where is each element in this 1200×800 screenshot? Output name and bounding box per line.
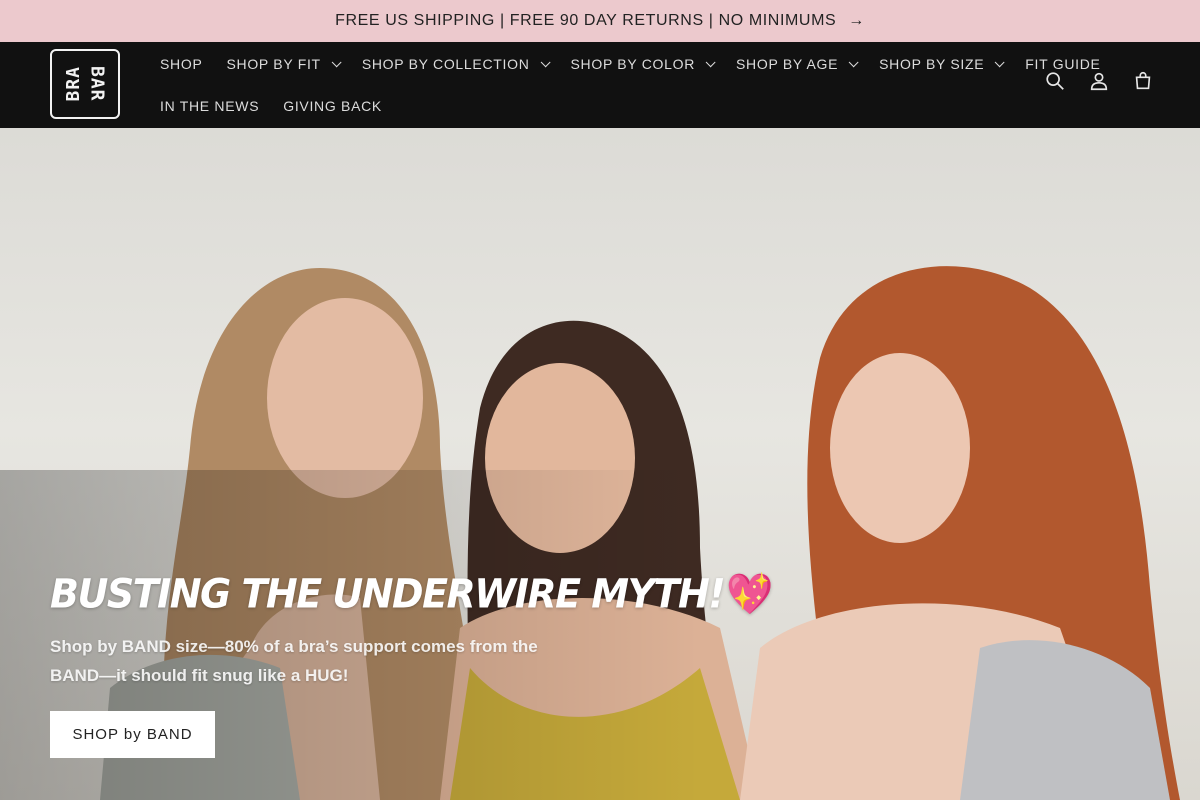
- nav-item-label: SHOP BY SIZE: [879, 56, 985, 72]
- nav-item-shop-by-size[interactable]: SHOP BY SIZE: [867, 53, 1013, 75]
- logo-text-left: BRA: [62, 66, 84, 102]
- hero-title: BUSTING THE UNDERWIRE MYTH!💖: [50, 570, 774, 618]
- account-icon[interactable]: [1088, 70, 1110, 92]
- nav-item-label: SHOP BY FIT: [226, 56, 321, 72]
- main-nav-row-2: IN THE NEWS GIVING BACK: [148, 95, 394, 117]
- chevron-down-icon: [540, 56, 551, 67]
- sparkling-heart-icon: 💖: [726, 570, 773, 618]
- hero-banner: BUSTING THE UNDERWIRE MYTH!💖 Shop by BAN…: [0, 128, 1200, 800]
- nav-item-shop-by-fit[interactable]: SHOP BY FIT: [214, 53, 349, 75]
- nav-item-shop-by-collection[interactable]: SHOP BY COLLECTION: [350, 53, 559, 75]
- announcement-bar[interactable]: FREE US SHIPPING | FREE 90 DAY RETURNS |…: [0, 0, 1200, 42]
- nav-item-giving-back[interactable]: GIVING BACK: [271, 95, 394, 117]
- hero-title-text: BUSTING THE UNDERWIRE MYTH!: [50, 570, 726, 618]
- nav-item-in-the-news[interactable]: IN THE NEWS: [148, 95, 271, 117]
- nav-item-label: GIVING BACK: [283, 98, 382, 114]
- chevron-down-icon: [705, 56, 716, 67]
- cart-icon[interactable]: [1132, 70, 1154, 92]
- nav-item-label: SHOP BY AGE: [736, 56, 839, 72]
- nav-item-shop-by-color[interactable]: SHOP BY COLOR: [559, 53, 725, 75]
- nav-item-shop[interactable]: SHOP: [148, 53, 214, 75]
- announcement-text[interactable]: FREE US SHIPPING | FREE 90 DAY RETURNS |…: [335, 12, 836, 30]
- logo-text-right: BAR: [86, 66, 108, 102]
- chevron-down-icon: [331, 56, 342, 67]
- search-icon[interactable]: [1044, 70, 1066, 92]
- chevron-down-icon: [994, 56, 1005, 67]
- chevron-down-icon: [848, 56, 859, 67]
- nav-item-shop-by-age[interactable]: SHOP BY AGE: [724, 53, 867, 75]
- main-nav-row-1: SHOP SHOP BY FIT SHOP BY COLLECTION SHOP…: [148, 53, 1113, 75]
- hero-subtitle: Shop by BAND size—80% of a bra’s support…: [50, 637, 538, 685]
- header-icons: [1044, 70, 1154, 92]
- shop-by-band-button[interactable]: SHOP by BAND: [50, 711, 215, 758]
- nav-item-label: SHOP BY COLOR: [570, 56, 696, 72]
- nav-item-label: SHOP BY COLLECTION: [361, 56, 530, 72]
- brand-logo[interactable]: BRA BAR: [50, 49, 120, 119]
- site-header: BRA BAR SHOP SHOP BY FIT SHOP BY COLLECT…: [0, 42, 1200, 128]
- nav-item-label: SHOP: [160, 56, 203, 72]
- arrow-right-icon[interactable]: →: [848, 12, 865, 30]
- nav-item-label: IN THE NEWS: [160, 98, 260, 114]
